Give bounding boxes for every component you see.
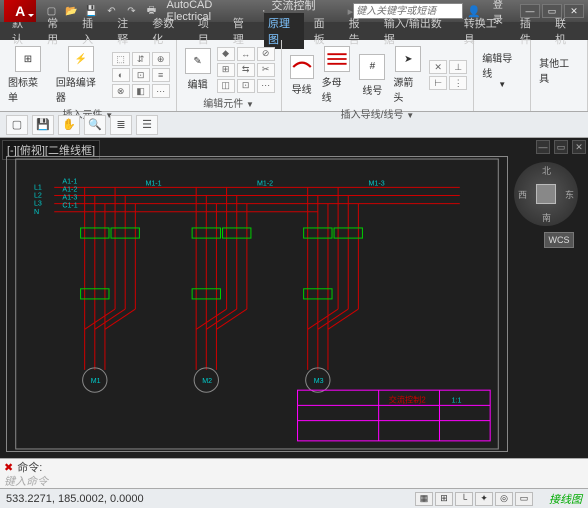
- wire-tool-1[interactable]: ✕: [429, 60, 447, 74]
- svg-text:M2: M2: [202, 377, 212, 385]
- tb-pan[interactable]: ✋: [58, 115, 80, 135]
- sb-model[interactable]: ▭: [515, 492, 533, 506]
- wirenum-button[interactable]: # 线号: [357, 52, 387, 99]
- watermark: 接线图: [549, 491, 582, 507]
- edit-tool-4[interactable]: ⊞: [217, 63, 235, 77]
- small-tool-6[interactable]: ≡: [152, 68, 170, 82]
- small-tool-1[interactable]: ⬚: [112, 52, 130, 66]
- multibus-button[interactable]: 多母线: [320, 44, 354, 106]
- small-tool-7[interactable]: ⊗: [112, 84, 130, 98]
- wire-icon: [290, 55, 314, 79]
- edit-icon: ✎: [185, 48, 211, 74]
- edit-tool-8[interactable]: ⊡: [237, 79, 255, 93]
- sb-osnap[interactable]: ◎: [495, 492, 513, 506]
- svg-text:A1-3: A1-3: [62, 194, 77, 202]
- panel-edit-wire: 编辑导线 ▼: [474, 40, 531, 111]
- vp-maximize-icon[interactable]: ▭: [554, 140, 568, 154]
- panel-insert-wire: 导线 多母线 # 线号 ➤ 源箭头 ✕ ⊥ ⊢ ⋮ 插入导线/线号 ▼: [282, 40, 475, 111]
- app-menu-button[interactable]: A: [4, 0, 36, 22]
- svg-text:N: N: [34, 208, 39, 216]
- panel-edit-component: ✎ 编辑 ◆ ↔ ⊘ ⊞ ⇆ ✂ ◫ ⊡ ⋯ 编辑元件 ▼: [177, 40, 282, 111]
- sb-snap[interactable]: ⊞: [435, 492, 453, 506]
- other-tools-button[interactable]: 其他工具: [537, 53, 581, 87]
- tb-save[interactable]: 💾: [32, 115, 54, 135]
- svg-text:M3: M3: [314, 377, 324, 385]
- small-tool-3[interactable]: ⊕: [152, 52, 170, 66]
- svg-text:1:1: 1:1: [452, 396, 462, 404]
- icon-menu-button[interactable]: ⊞ 图标菜单: [6, 44, 50, 106]
- edit-tool-2[interactable]: ↔: [237, 47, 255, 61]
- ribbon-tabs: 默认 常用 插入 注释 参数化 项目 管理 原理图 面板 报告 输入/输出数据 …: [0, 22, 588, 40]
- small-tool-9[interactable]: ⋯: [152, 84, 170, 98]
- viewcube-face[interactable]: [536, 184, 556, 204]
- wire-tool-2[interactable]: ⊥: [449, 60, 467, 74]
- component-icon: ⊞: [15, 46, 41, 72]
- svg-text:M1-3: M1-3: [369, 179, 385, 187]
- sb-grid[interactable]: ▦: [415, 492, 433, 506]
- edit-tool-5[interactable]: ⇆: [237, 63, 255, 77]
- tb-props[interactable]: ☰: [136, 115, 158, 135]
- cross-icon: ✖: [4, 461, 13, 474]
- ribbon: ⊞ 图标菜单 ⚡ 回路编译器 ⬚ ⇵ ⊕ ◐ ⊡ ≡ ⊗ ◧ ⋯ 插入元件 ▼: [0, 40, 588, 112]
- svg-text:L3: L3: [34, 200, 42, 208]
- tb-layer[interactable]: ≣: [110, 115, 132, 135]
- edit-tool-1[interactable]: ◆: [217, 47, 235, 61]
- sb-ortho[interactable]: └: [455, 492, 473, 506]
- small-tool-4[interactable]: ◐: [112, 68, 130, 82]
- sb-polar[interactable]: ✦: [475, 492, 493, 506]
- wire-tool-4[interactable]: ⋮: [449, 76, 467, 90]
- wire-tool-3[interactable]: ⊢: [429, 76, 447, 90]
- panel-other-tools: 其他工具: [531, 40, 588, 111]
- edit-tool-9[interactable]: ⋯: [257, 79, 275, 93]
- svg-text:M1-1: M1-1: [145, 179, 161, 187]
- circuit-builder-button[interactable]: ⚡ 回路编译器: [54, 44, 108, 106]
- schematic-drawing: L1 L2 L3 N A1-1 A1-2 A1-3 C1-1: [6, 156, 508, 452]
- circuit-icon: ⚡: [68, 46, 94, 72]
- small-tool-8[interactable]: ◧: [132, 84, 150, 98]
- command-line[interactable]: ✖命令: 键入命令: [0, 458, 588, 488]
- wire-button[interactable]: 导线: [288, 53, 316, 98]
- svg-text:L1: L1: [34, 183, 42, 191]
- drawing-canvas[interactable]: [-][俯视][二维线框] — ▭ ✕ 北 南 西 东 WCS L1 L2 L3: [0, 138, 588, 458]
- svg-text:M1: M1: [91, 377, 101, 385]
- wirenum-icon: #: [359, 54, 385, 80]
- edit-tool-3[interactable]: ⊘: [257, 47, 275, 61]
- svg-text:A1-1: A1-1: [62, 177, 77, 185]
- source-arrow-button[interactable]: ➤ 源箭头: [391, 44, 425, 106]
- status-bar: 533.2271, 185.0002, 0.0000 ▦ ⊞ └ ✦ ◎ ▭ 接…: [0, 488, 588, 508]
- small-tool-2[interactable]: ⇵: [132, 52, 150, 66]
- svg-text:M1-2: M1-2: [257, 179, 273, 187]
- edit-wire-button[interactable]: 编辑导线 ▼: [480, 48, 524, 91]
- wcs-indicator[interactable]: WCS: [544, 232, 574, 248]
- arrow-icon: ➤: [395, 46, 421, 72]
- tb-new[interactable]: ▢: [6, 115, 28, 135]
- svg-text:C1-1: C1-1: [62, 202, 77, 210]
- vp-close-icon[interactable]: ✕: [572, 140, 586, 154]
- small-tool-5[interactable]: ⊡: [132, 68, 150, 82]
- command-hint: 键入命令: [4, 473, 48, 489]
- tb-zoom[interactable]: 🔍: [84, 115, 106, 135]
- svg-text:L2: L2: [34, 192, 42, 200]
- coordinates: 533.2271, 185.0002, 0.0000: [6, 493, 144, 505]
- viewcube[interactable]: 北 南 西 东: [514, 162, 578, 226]
- panel-insert-component: ⊞ 图标菜单 ⚡ 回路编译器 ⬚ ⇵ ⊕ ◐ ⊡ ≡ ⊗ ◧ ⋯ 插入元件 ▼: [0, 40, 177, 111]
- edit-tool-6[interactable]: ✂: [257, 63, 275, 77]
- svg-text:交流控制2: 交流控制2: [389, 394, 426, 404]
- vp-minimize-icon[interactable]: —: [536, 140, 550, 154]
- edit-tool-7[interactable]: ◫: [217, 79, 235, 93]
- svg-text:A1-2: A1-2: [62, 185, 77, 193]
- multibus-icon: [324, 46, 350, 72]
- edit-component-button[interactable]: ✎ 编辑: [183, 46, 213, 93]
